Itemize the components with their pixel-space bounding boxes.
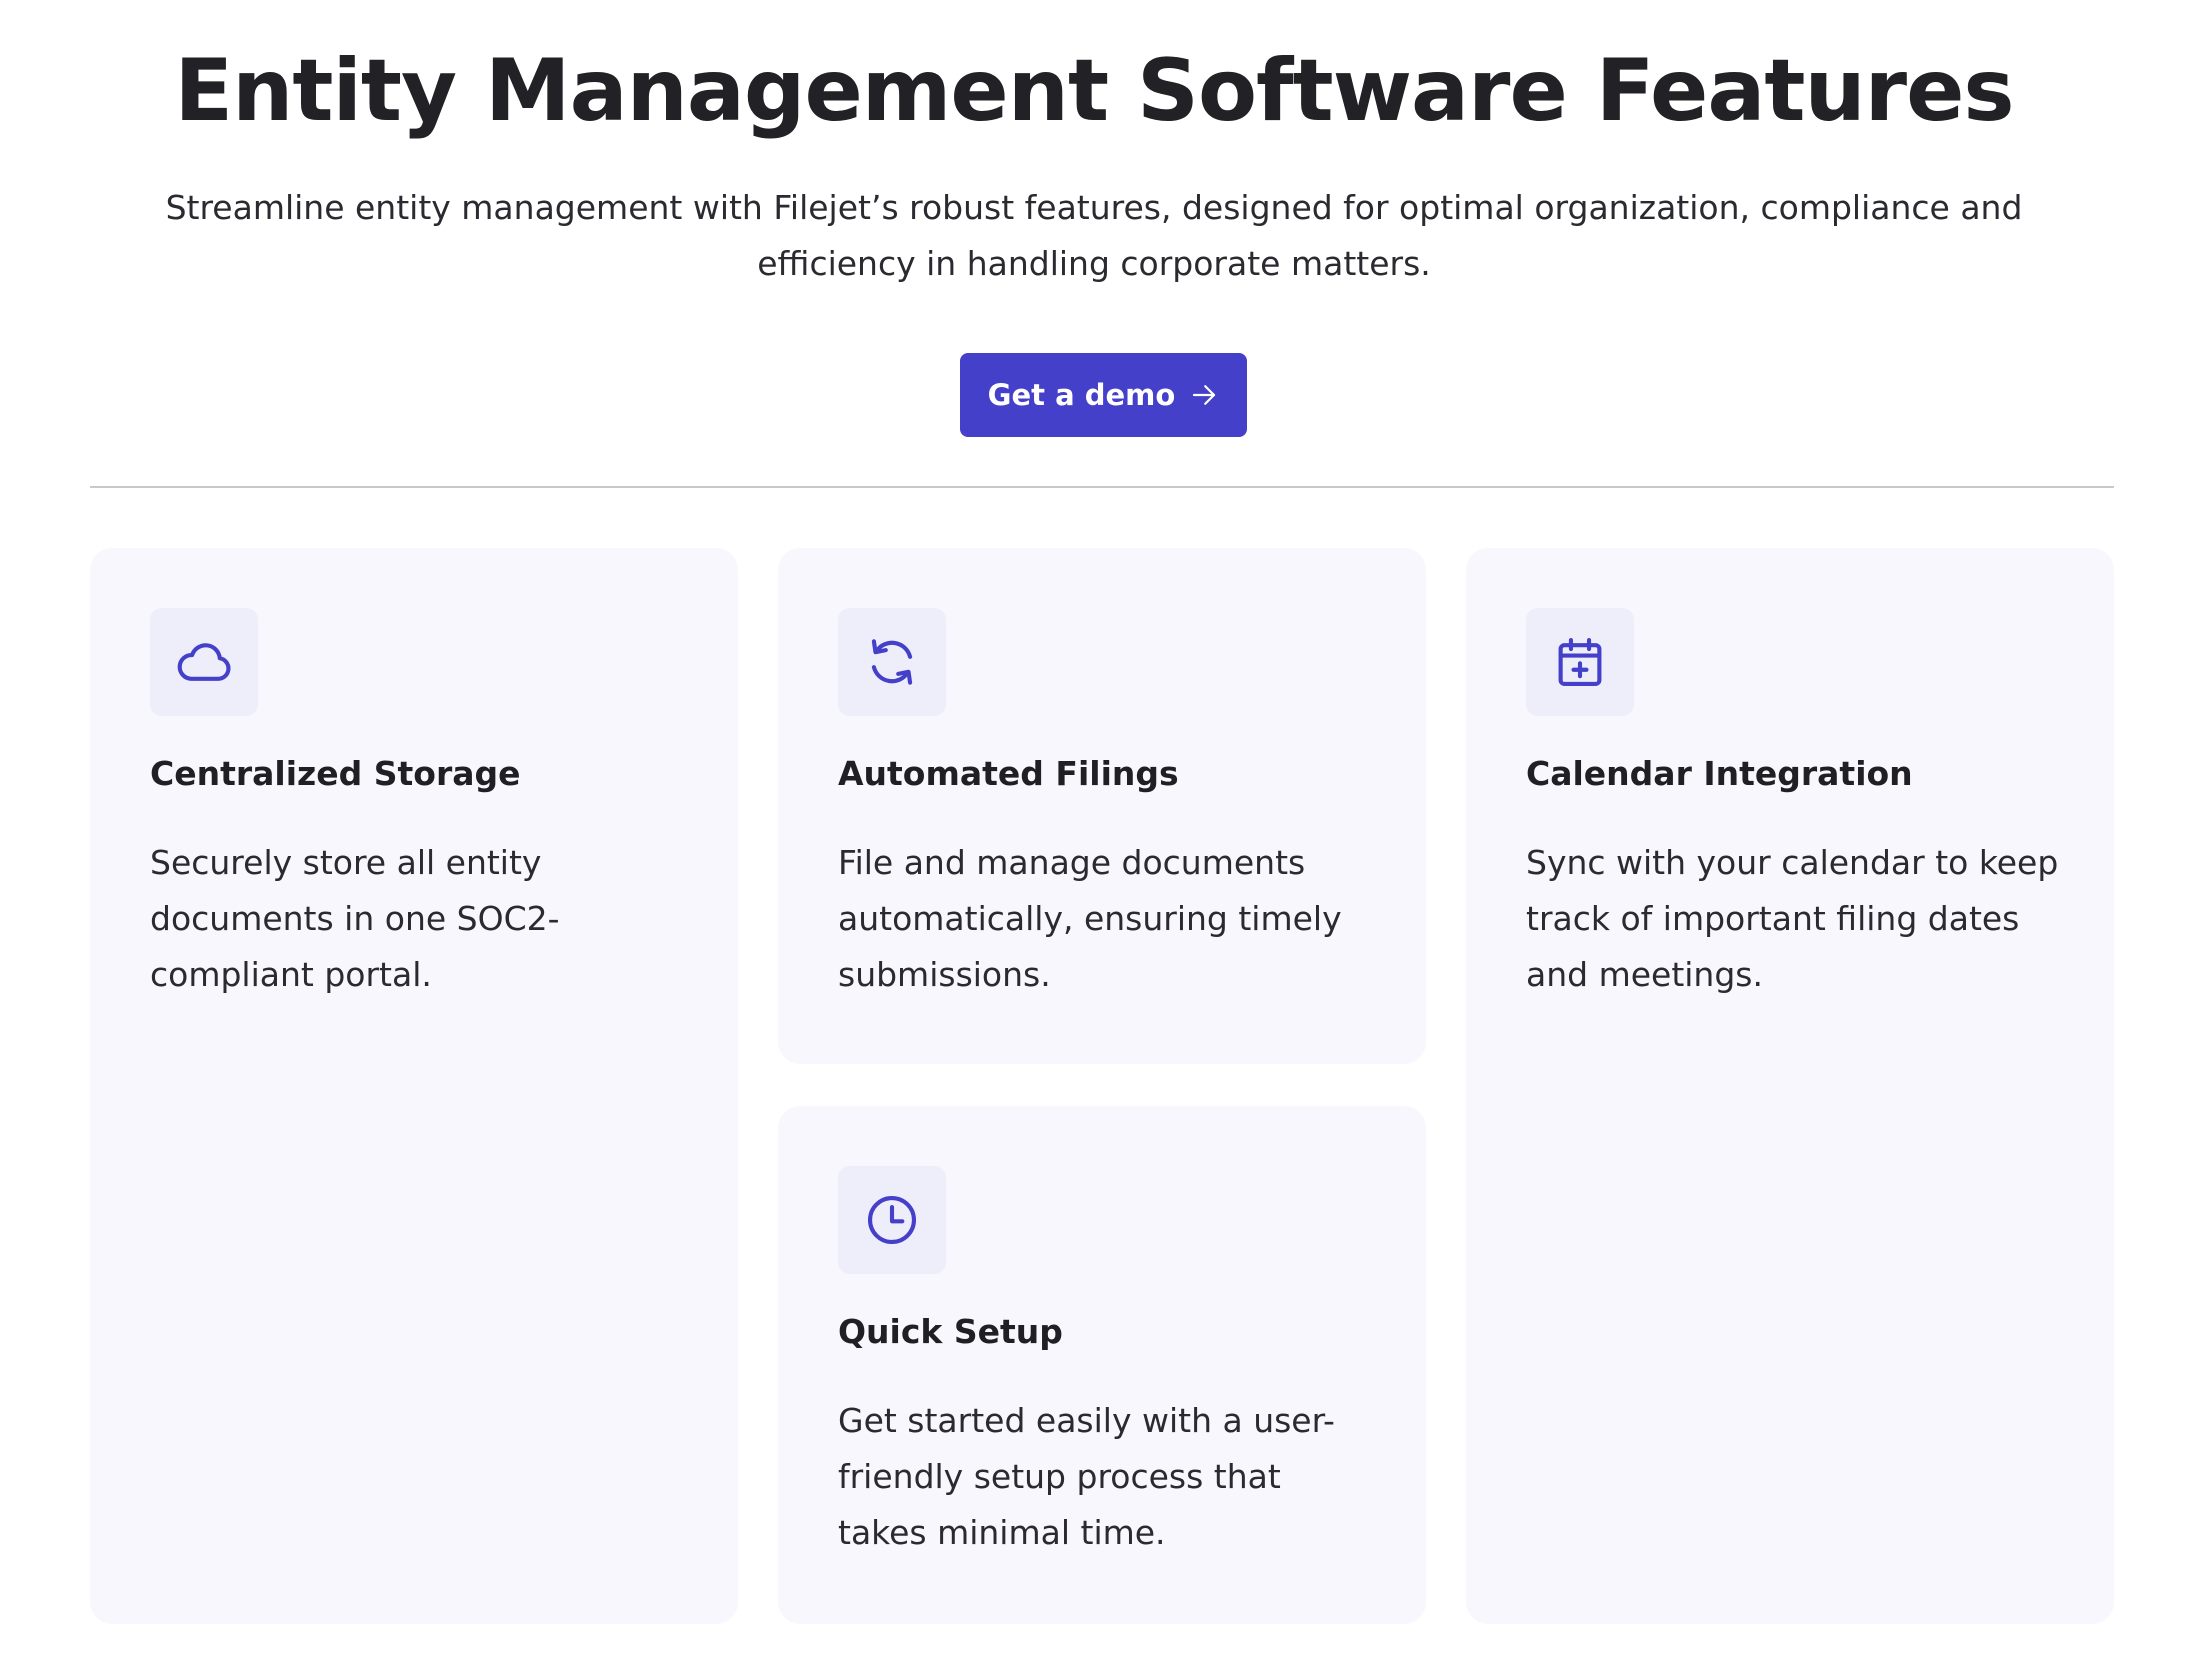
feature-title: Centralized Storage	[150, 754, 521, 793]
feature-title: Automated Filings	[838, 754, 1179, 793]
feature-card-calendar-integration: Calendar Integration Sync with your cale…	[1466, 548, 2114, 1624]
feature-title: Quick Setup	[838, 1312, 1063, 1351]
clock-icon	[838, 1166, 946, 1274]
get-demo-button-label: Get a demo	[987, 378, 1176, 412]
feature-description: Sync with your calendar to keep track of…	[1526, 843, 2059, 994]
get-demo-button[interactable]: Get a demo	[960, 353, 1247, 437]
feature-title: Calendar Integration	[1526, 754, 1913, 793]
section-divider	[90, 486, 2114, 488]
calendar-plus-icon	[1526, 608, 1634, 716]
feature-description: Get started easily with a user-friendly …	[838, 1401, 1335, 1552]
feature-description: File and manage documents automatically,…	[838, 843, 1342, 994]
feature-card-automated-filings: Automated Filings File and manage docume…	[778, 548, 1426, 1064]
refresh-icon	[838, 608, 946, 716]
arrow-right-icon	[1189, 380, 1219, 410]
feature-card-quick-setup: Quick Setup Get started easily with a us…	[778, 1106, 1426, 1624]
cloud-icon	[150, 608, 258, 716]
feature-description: Securely store all entity documents in o…	[150, 843, 560, 994]
page-subtitle: Streamline entity management with Fileje…	[165, 188, 2023, 283]
page-title: Entity Management Software Features	[174, 41, 2014, 141]
feature-card-centralized-storage: Centralized Storage Securely store all e…	[90, 548, 738, 1624]
